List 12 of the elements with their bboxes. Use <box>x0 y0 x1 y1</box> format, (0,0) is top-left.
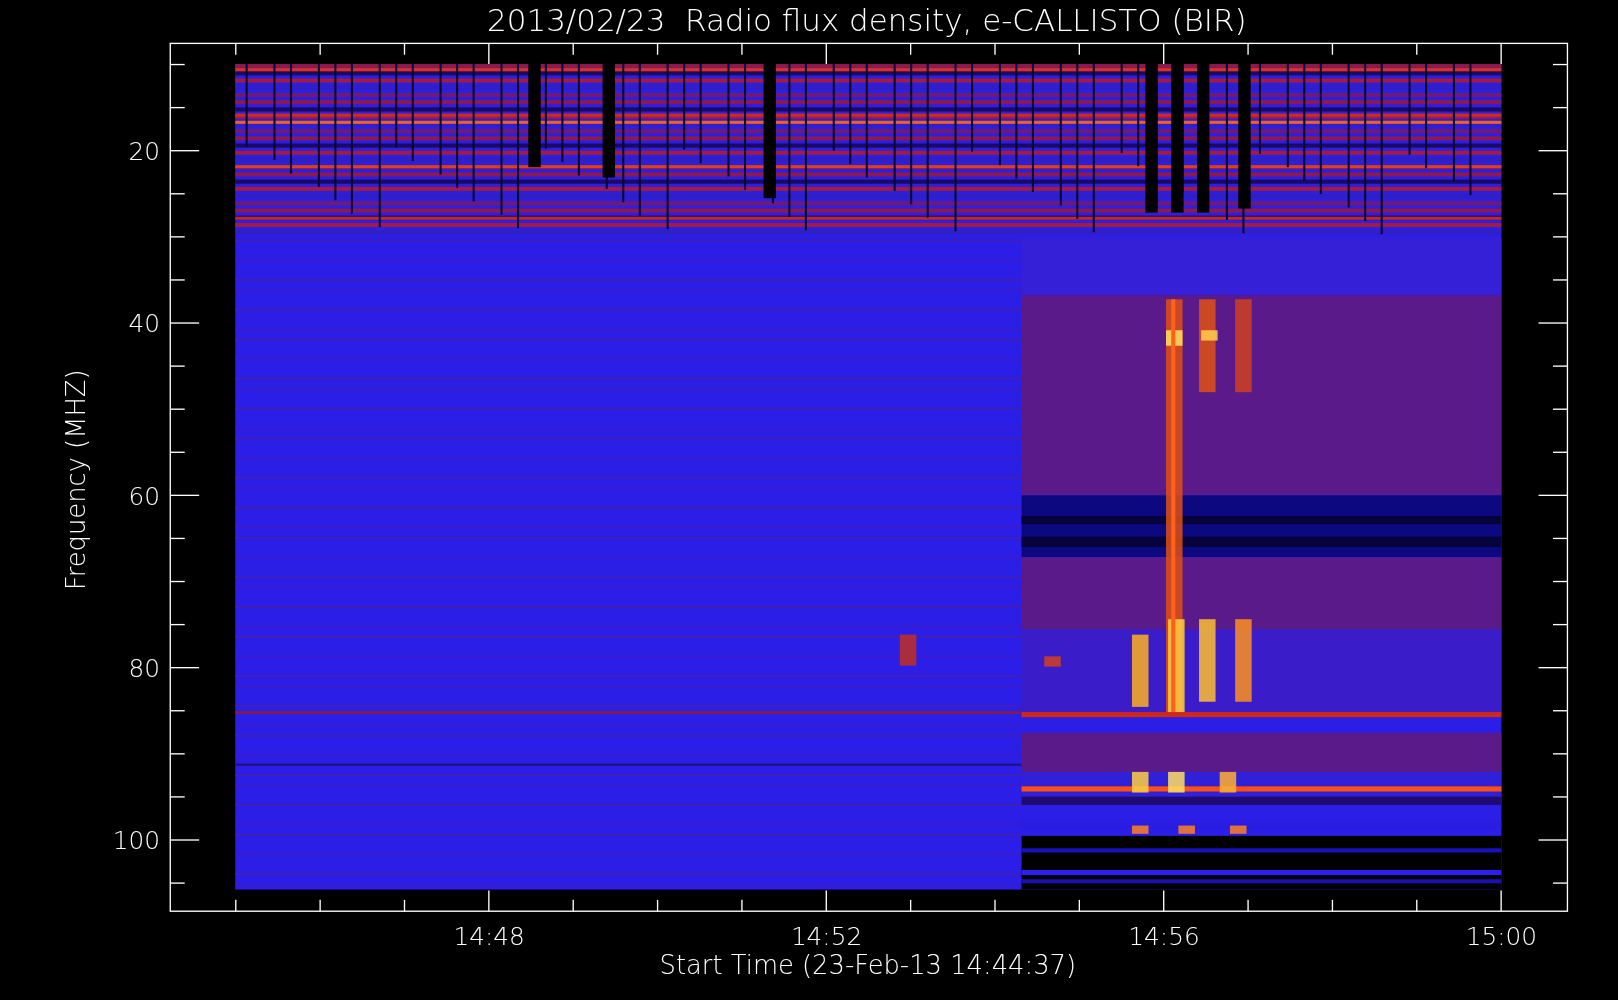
tick-label: 14:48 <box>453 922 525 952</box>
tick-label: 14:52 <box>790 922 863 952</box>
tick-label: 15:00 <box>1465 922 1538 952</box>
tick-label: 100 <box>112 826 160 856</box>
axis-title: Start Time (23-Feb-13 14:44:37) <box>659 950 1077 981</box>
tick-label: 14:56 <box>1128 922 1200 952</box>
tick-label: 80 <box>128 653 160 683</box>
tick-label: 40 <box>128 309 160 339</box>
plot-title: 2013/02/23 Radio flux density, e-CALLISTO (BIR) <box>487 2 1247 38</box>
tick-label: 20 <box>128 137 160 166</box>
tick-label: 60 <box>128 481 160 511</box>
axis-title: Frequency (MHZ) <box>60 369 91 591</box>
